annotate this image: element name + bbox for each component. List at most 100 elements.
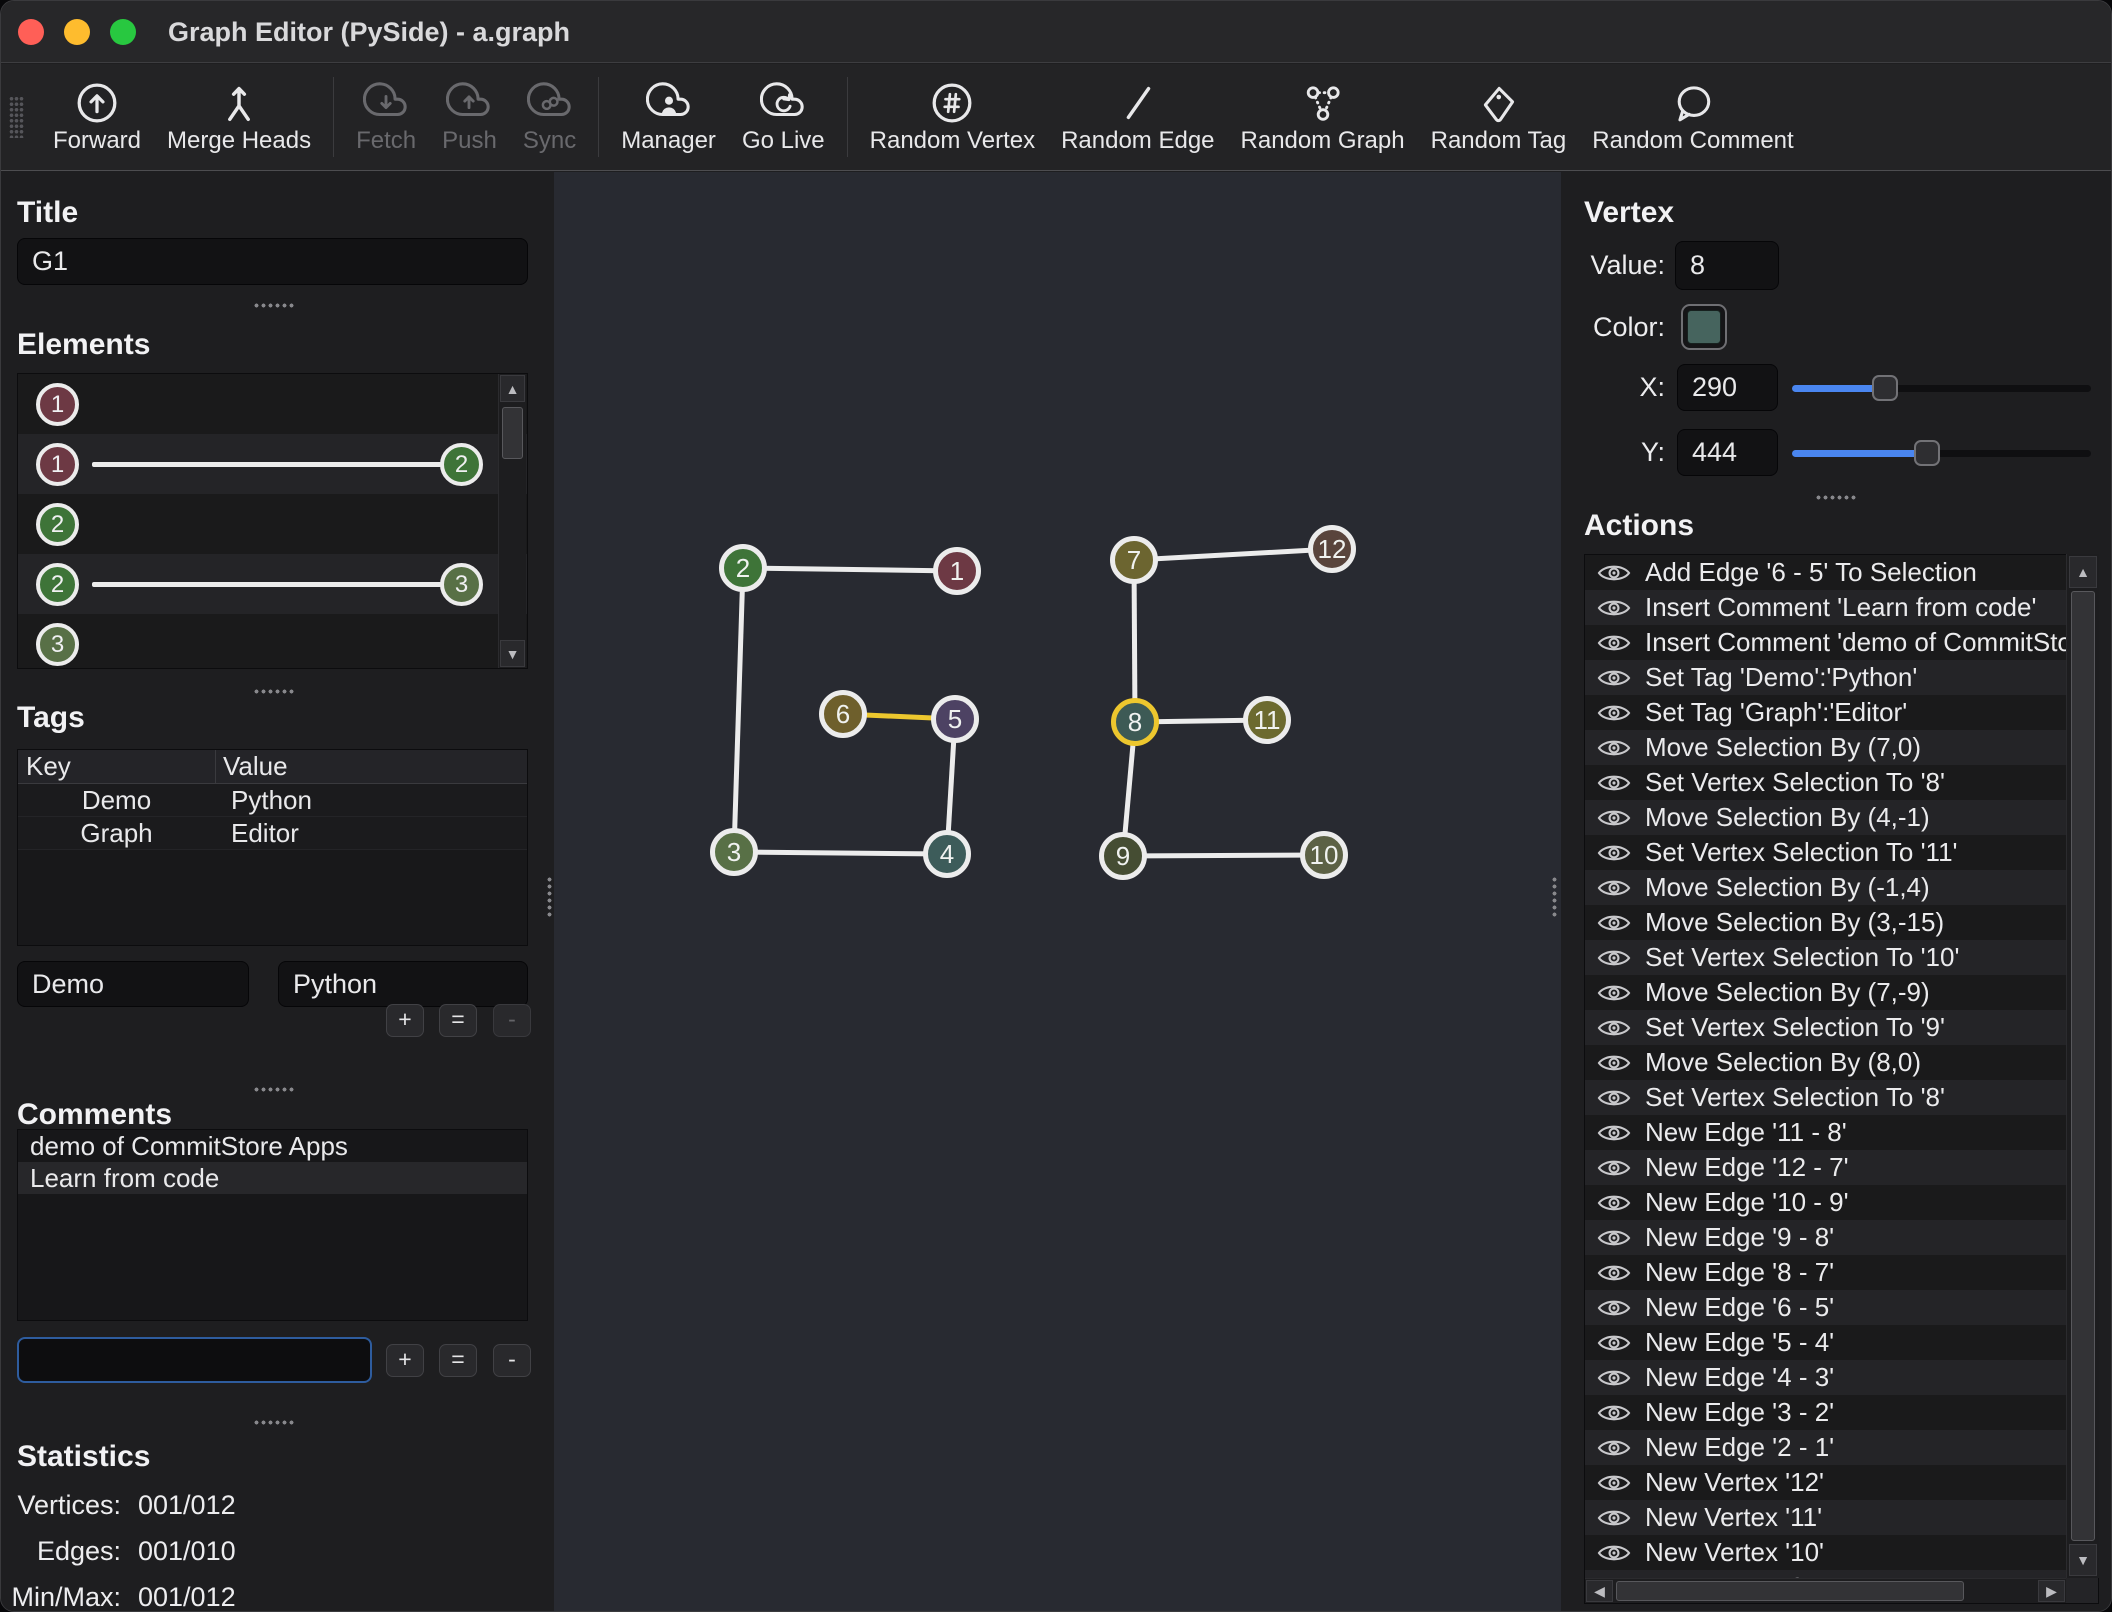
eye-icon[interactable] xyxy=(1597,1367,1631,1389)
actions-hscrollbar-thumb[interactable] xyxy=(1616,1581,1964,1601)
element-row-edge[interactable]: 23 xyxy=(18,554,527,614)
scroll-up-arrow-icon[interactable]: ▲ xyxy=(500,375,525,402)
tags-column-value[interactable]: Value xyxy=(223,750,288,783)
splitter-handle[interactable] xyxy=(253,688,294,695)
eye-icon[interactable] xyxy=(1597,1052,1631,1074)
eye-icon[interactable] xyxy=(1597,877,1631,899)
comments-list[interactable]: demo of CommitStore AppsLearn from code xyxy=(17,1129,528,1321)
action-row[interactable]: Move Selection By (7,-9) xyxy=(1585,975,2098,1010)
toolbar-button-go-live[interactable]: Go Live xyxy=(742,80,825,155)
comment-add-button[interactable]: + xyxy=(386,1344,424,1377)
scroll-right-arrow-icon[interactable]: ▶ xyxy=(2038,1580,2065,1602)
toolbar-button-merge-heads[interactable]: Merge Heads xyxy=(167,80,311,155)
toolbar-button-random-graph[interactable]: Random Graph xyxy=(1241,80,1405,155)
close-window-button[interactable] xyxy=(18,19,44,45)
eye-icon[interactable] xyxy=(1597,1542,1631,1564)
eye-icon[interactable] xyxy=(1597,667,1631,689)
splitter-handle[interactable] xyxy=(253,1419,294,1426)
action-row[interactable]: New Edge '4 - 3' xyxy=(1585,1360,2098,1395)
eye-icon[interactable] xyxy=(1597,1507,1631,1529)
action-row[interactable]: Insert Comment 'demo of CommitStore Apps… xyxy=(1585,625,2098,660)
eye-icon[interactable] xyxy=(1597,1297,1631,1319)
tag-row[interactable]: Graph Editor xyxy=(18,817,527,850)
actions-list[interactable]: Add Edge '6 - 5' To Selection Insert Com… xyxy=(1584,554,2099,1604)
action-row[interactable]: Set Tag 'Graph':'Editor' xyxy=(1585,695,2098,730)
element-row-vertex[interactable]: 3 xyxy=(18,614,527,669)
toolbar-button-random-edge[interactable]: Random Edge xyxy=(1061,80,1214,155)
eye-icon[interactable] xyxy=(1597,807,1631,829)
eye-icon[interactable] xyxy=(1597,1332,1631,1354)
element-row-vertex[interactable]: 2 xyxy=(18,494,527,554)
action-row[interactable]: New Edge '2 - 1' xyxy=(1585,1430,2098,1465)
graph-edge-8-7[interactable] xyxy=(1134,560,1135,722)
action-row[interactable]: New Edge '8 - 7' xyxy=(1585,1255,2098,1290)
vertex-x-input[interactable] xyxy=(1677,364,1778,411)
tag-value-cell[interactable]: Python xyxy=(215,784,312,816)
action-row[interactable]: Move Selection By (3,-15) xyxy=(1585,905,2098,940)
actions-scrollbar-thumb[interactable] xyxy=(2071,591,2095,1541)
vertex-x-slider[interactable] xyxy=(1792,375,2091,401)
splitter-handle[interactable] xyxy=(1815,494,1856,501)
tags-column-key[interactable]: Key xyxy=(26,750,71,783)
elements-scrollbar-thumb[interactable] xyxy=(502,407,523,459)
graph-title-input[interactable] xyxy=(17,238,528,285)
element-row-vertex[interactable]: 1 xyxy=(18,374,527,434)
tags-table-header[interactable]: Key Value xyxy=(18,750,527,784)
vertex-y-input[interactable] xyxy=(1677,429,1778,476)
tag-value-input[interactable] xyxy=(278,961,528,1007)
comment-set-button[interactable]: = xyxy=(439,1344,477,1377)
actions-horizontal-scrollbar[interactable]: ◀ ▶ xyxy=(1585,1578,2066,1603)
action-row[interactable]: New Edge '11 - 8' xyxy=(1585,1115,2098,1150)
eye-icon[interactable] xyxy=(1597,947,1631,969)
tag-row[interactable]: Demo Python xyxy=(18,784,527,817)
scroll-up-arrow-icon[interactable]: ▲ xyxy=(2069,556,2097,588)
right-splitter-handle[interactable] xyxy=(1551,876,1558,917)
action-row[interactable]: Set Vertex Selection To '9' xyxy=(1585,1010,2098,1045)
action-row[interactable]: Set Vertex Selection To '8' xyxy=(1585,1080,2098,1115)
action-row[interactable]: New Vertex '11' xyxy=(1585,1500,2098,1535)
eye-icon[interactable] xyxy=(1597,1017,1631,1039)
eye-icon[interactable] xyxy=(1597,562,1631,584)
tag-key-input[interactable] xyxy=(17,961,249,1007)
graph-edge-2-1[interactable] xyxy=(743,568,957,571)
action-row[interactable]: Set Vertex Selection To '10' xyxy=(1585,940,2098,975)
action-row[interactable]: Move Selection By (4,-1) xyxy=(1585,800,2098,835)
graph-vertex-10[interactable]: 10 xyxy=(1303,834,1346,877)
toolbar-grip-handle[interactable] xyxy=(9,96,24,138)
eye-icon[interactable] xyxy=(1597,1402,1631,1424)
splitter-handle[interactable] xyxy=(253,302,294,309)
graph-vertex-9[interactable]: 9 xyxy=(1102,835,1145,878)
splitter-handle[interactable] xyxy=(253,1086,294,1093)
action-row[interactable]: Set Vertex Selection To '8' xyxy=(1585,765,2098,800)
comment-row[interactable]: demo of CommitStore Apps xyxy=(18,1130,527,1162)
graph-edge-2-3[interactable] xyxy=(734,568,743,852)
comment-remove-button[interactable]: - xyxy=(493,1344,531,1377)
vertex-value-input[interactable] xyxy=(1675,241,1779,290)
tag-value-cell[interactable]: Editor xyxy=(215,817,299,849)
graph-vertex-8[interactable]: 8 xyxy=(1114,701,1157,744)
eye-icon[interactable] xyxy=(1597,597,1631,619)
action-row[interactable]: New Vertex '12' xyxy=(1585,1465,2098,1500)
toolbar-button-random-vertex[interactable]: Random Vertex xyxy=(870,80,1035,155)
comment-input[interactable] xyxy=(17,1337,372,1383)
eye-icon[interactable] xyxy=(1597,1157,1631,1179)
action-row[interactable]: Move Selection By (8,0) xyxy=(1585,1045,2098,1080)
vertex-x-slider-handle[interactable] xyxy=(1872,375,1898,401)
action-row[interactable]: Add Edge '6 - 5' To Selection xyxy=(1585,555,2098,590)
eye-icon[interactable] xyxy=(1597,842,1631,864)
tag-key-cell[interactable]: Demo xyxy=(18,784,215,816)
action-row[interactable]: New Edge '5 - 4' xyxy=(1585,1325,2098,1360)
action-row[interactable]: Insert Comment 'Learn from code' xyxy=(1585,590,2098,625)
eye-icon[interactable] xyxy=(1597,1227,1631,1249)
tags-table[interactable]: Key Value Demo PythonGraph Editor xyxy=(17,749,528,946)
elements-scrollbar[interactable]: ▲ ▼ xyxy=(498,374,526,668)
action-row[interactable]: New Edge '3 - 2' xyxy=(1585,1395,2098,1430)
graph-vertex-4[interactable]: 4 xyxy=(926,833,969,876)
zoom-window-button[interactable] xyxy=(110,19,136,45)
toolbar-button-random-tag[interactable]: Random Tag xyxy=(1431,80,1567,155)
scroll-down-arrow-icon[interactable]: ▼ xyxy=(500,640,525,667)
graph-vertex-12[interactable]: 12 xyxy=(1311,528,1354,571)
scroll-left-arrow-icon[interactable]: ◀ xyxy=(1586,1580,1613,1602)
eye-icon[interactable] xyxy=(1597,1122,1631,1144)
graph-edge-7-12[interactable] xyxy=(1134,549,1332,560)
